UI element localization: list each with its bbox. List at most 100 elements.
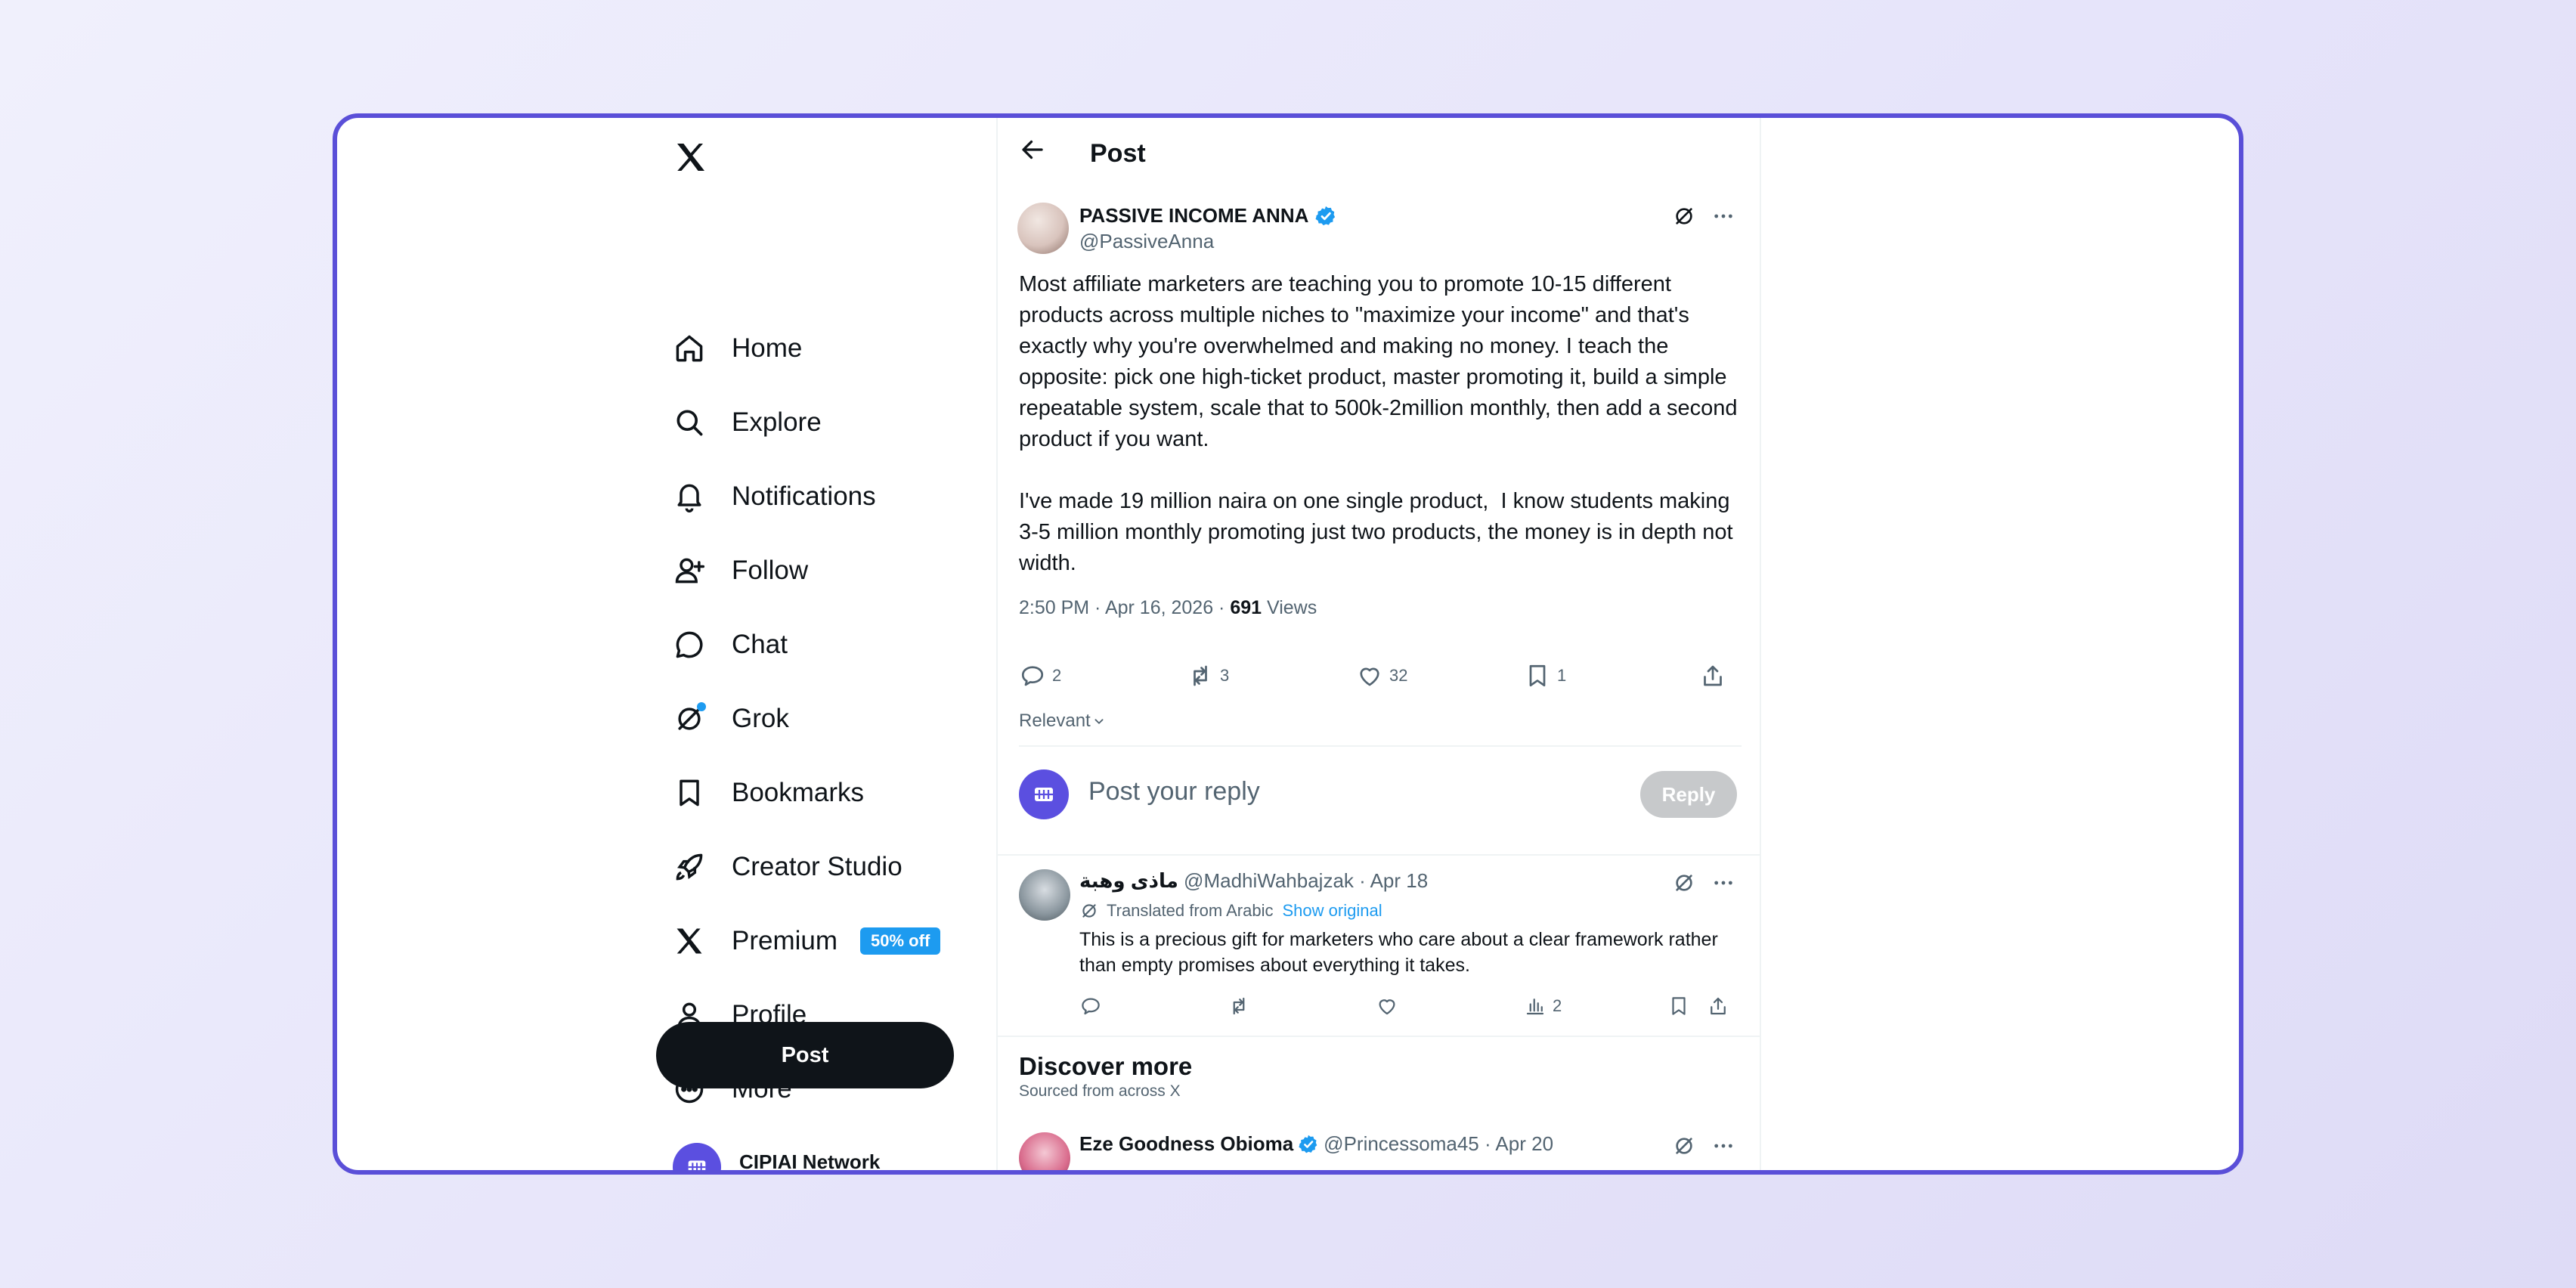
post-button[interactable]: Post — [656, 1022, 954, 1088]
sidebar-item-bookmarks[interactable]: Bookmarks — [673, 766, 864, 819]
bookmark-action[interactable]: 1 — [1524, 662, 1566, 689]
sidebar-item-explore[interactable]: Explore — [673, 396, 822, 449]
discover-title: Discover more — [1019, 1052, 1193, 1080]
share-action[interactable] — [1699, 662, 1732, 689]
translation-label: Translated from Arabic — [1107, 901, 1274, 920]
more-options-icon[interactable] — [1711, 204, 1735, 228]
sidebar-item-home[interactable]: Home — [673, 322, 802, 375]
share-icon — [1704, 665, 1722, 686]
sidebar-item-label: Notifications — [732, 481, 876, 511]
discover-subtitle: Sourced from across X — [1019, 1082, 1181, 1100]
post-meta: 2:50 PM · Apr 16, 2026 · 691 Views — [1019, 597, 1317, 619]
commenter-handle-date[interactable]: @MadhiWahbajzak · Apr 18 — [1178, 869, 1428, 892]
comment-bookmark-action[interactable] — [1667, 995, 1696, 1017]
chat-icon — [673, 628, 706, 661]
account-switcher[interactable]: CIPIAI Network — [673, 1143, 881, 1173]
reply-input[interactable]: Post your reply — [1088, 777, 1260, 807]
sidebar-item-label: Grok — [732, 704, 789, 733]
share-icon — [1711, 997, 1726, 1015]
repost-icon — [1233, 997, 1245, 1015]
rocket-icon — [673, 850, 706, 884]
commenter-name[interactable]: ماذى وهبة — [1079, 869, 1178, 892]
comment-views-count: 2 — [1553, 996, 1562, 1015]
sort-label: Relevant — [1019, 711, 1091, 731]
sidebar-item-follow[interactable]: Follow — [673, 544, 808, 597]
comment-share-action[interactable] — [1707, 995, 1735, 1017]
divider — [998, 854, 1760, 856]
translation-note: Translated from Arabic Show original — [1079, 901, 1382, 921]
discover-handle-date[interactable]: @Princessoma45 · Apr 20 — [1324, 1132, 1553, 1156]
author-handle[interactable]: @PassiveAnna — [1079, 230, 1214, 253]
sidebar-item-premium[interactable]: Premium 50% off — [673, 915, 941, 968]
author-name-text: PASSIVE INCOME ANNA — [1079, 204, 1309, 227]
post-column: Post PASSIVE INCOME ANNA @PassiveAnna Mo… — [996, 118, 1761, 1170]
browser-frame: Home Explore Notifications Follow Chat G… — [333, 113, 2243, 1175]
sidebar-item-grok[interactable]: Grok — [673, 692, 789, 745]
post-actions: 2 3 32 1 — [998, 662, 1760, 692]
grok-icon — [1082, 904, 1096, 918]
comment-repost-action[interactable] — [1228, 995, 1256, 1017]
reply-icon — [1082, 998, 1100, 1015]
divider — [1019, 745, 1742, 747]
comment-views-action[interactable]: 2 — [1524, 995, 1562, 1017]
analytics-icon — [1526, 999, 1544, 1015]
like-action[interactable]: 32 — [1356, 662, 1407, 689]
x-logo-icon[interactable] — [673, 139, 709, 175]
sidebar-item-creator-studio[interactable]: Creator Studio — [673, 841, 903, 893]
page-title: Post — [1090, 139, 1146, 168]
x-icon — [673, 924, 706, 958]
divider — [998, 1036, 1760, 1037]
account-name: CIPIAI Network — [739, 1150, 881, 1173]
comment-like-action[interactable] — [1376, 995, 1404, 1017]
reply-action[interactable]: 2 — [1019, 662, 1061, 689]
verified-badge-icon — [1315, 206, 1336, 225]
show-original-link[interactable]: Show original — [1283, 901, 1382, 921]
reply-count: 2 — [1052, 666, 1062, 685]
sidebar-item-chat[interactable]: Chat — [673, 618, 788, 671]
post-text: Most affiliate marketers are teaching yo… — [1019, 272, 1738, 575]
heart-icon — [1379, 999, 1395, 1015]
sidebar-item-label: Premium — [732, 926, 838, 955]
back-arrow-icon[interactable] — [1019, 136, 1046, 163]
discover-post-header: Eze Goodness Obioma @Princessoma45 · Apr… — [1079, 1132, 1553, 1156]
repost-icon — [1194, 665, 1207, 686]
post-timestamp[interactable]: 2:50 PM · Apr 16, 2026 · — [1019, 597, 1230, 618]
verified-badge-icon — [1299, 1135, 1317, 1153]
reply-button[interactable]: Reply — [1640, 771, 1737, 818]
reply-icon — [1021, 666, 1044, 686]
discover-avatar[interactable] — [1019, 1132, 1070, 1170]
sidebar: Home Explore Notifications Follow Chat G… — [337, 118, 1002, 1170]
post-header: Post — [998, 118, 1760, 183]
views-count: 691 — [1230, 597, 1262, 618]
repost-action[interactable]: 3 — [1187, 662, 1229, 689]
sidebar-item-label: Bookmarks — [732, 778, 865, 807]
avatar — [1019, 769, 1069, 819]
sidebar-item-label: Chat — [732, 630, 788, 659]
notification-dot — [697, 702, 706, 711]
comment-text: This is a precious gift for marketers wh… — [1079, 929, 1718, 976]
grok-icon[interactable] — [1672, 1134, 1696, 1158]
sidebar-item-notifications[interactable]: Notifications — [673, 470, 876, 523]
discover-author-name[interactable]: Eze Goodness Obioma — [1079, 1132, 1293, 1156]
bookmark-icon — [1672, 997, 1686, 1015]
commenter-avatar[interactable] — [1019, 869, 1070, 921]
repost-count: 3 — [1220, 666, 1230, 685]
follow-icon — [673, 554, 706, 587]
comment-reply-action[interactable] — [1079, 995, 1108, 1017]
grok-icon[interactable] — [1672, 871, 1696, 895]
more-options-icon[interactable] — [1711, 871, 1735, 895]
sidebar-item-label: Creator Studio — [732, 852, 903, 881]
sidebar-item-label: Explore — [732, 407, 822, 437]
sort-dropdown[interactable]: Relevant — [1019, 711, 1107, 732]
bookmark-icon — [1529, 664, 1546, 687]
heart-icon — [1360, 667, 1379, 686]
like-count: 32 — [1389, 666, 1408, 685]
author-name[interactable]: PASSIVE INCOME ANNA — [1079, 204, 1337, 228]
bookmark-count: 1 — [1557, 666, 1567, 685]
more-options-icon[interactable] — [1711, 1134, 1735, 1158]
grok-icon[interactable] — [1672, 204, 1696, 228]
bookmark-icon — [673, 776, 706, 810]
search-icon — [673, 406, 706, 439]
author-avatar[interactable] — [1017, 203, 1069, 254]
home-icon — [673, 332, 706, 365]
